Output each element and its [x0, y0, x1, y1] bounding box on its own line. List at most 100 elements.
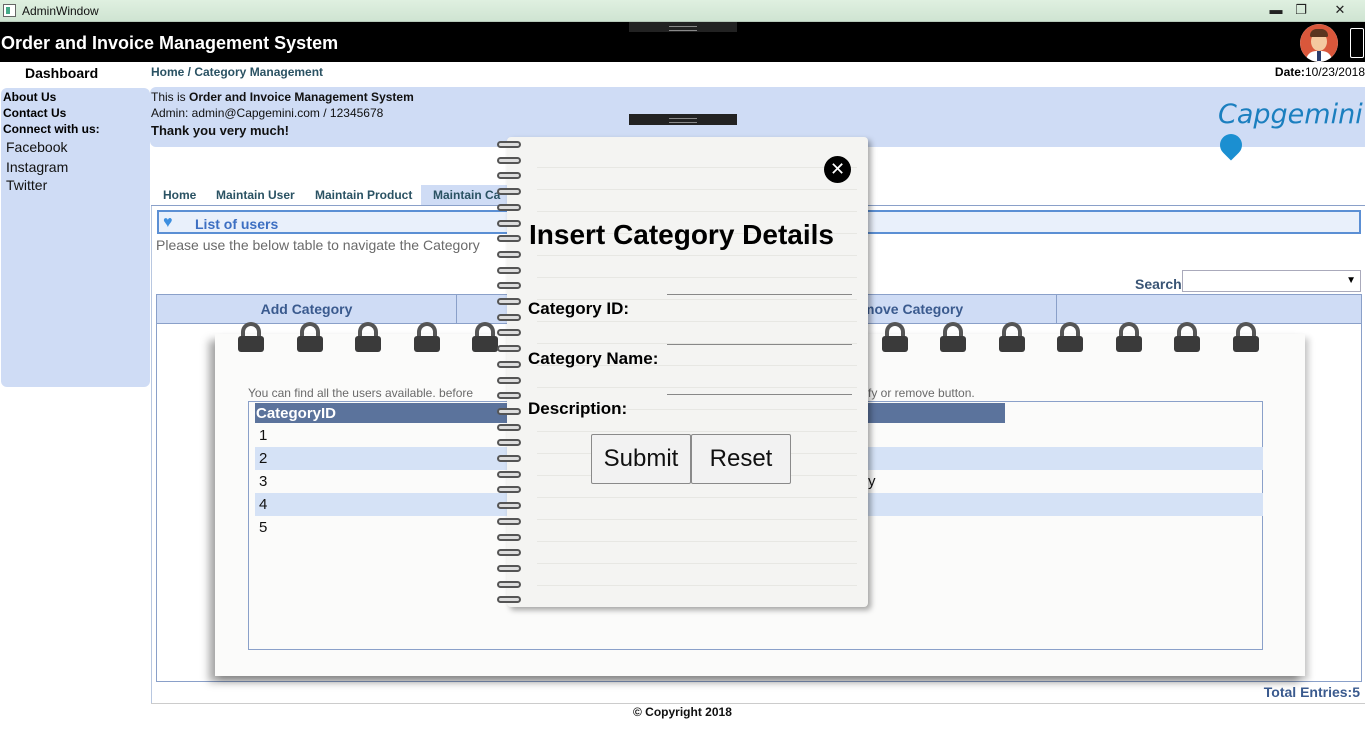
drag-handle[interactable]	[629, 22, 737, 32]
coil-icon	[497, 439, 521, 447]
coil-icon	[497, 407, 521, 415]
tab-maintain-user[interactable]: Maintain User	[204, 185, 303, 205]
window-title: AdminWindow	[22, 4, 99, 18]
heart-icon: ♥	[163, 214, 173, 231]
category-name-label: Category Name:	[528, 349, 659, 368]
ring-icon	[294, 322, 326, 356]
ruled-line	[537, 387, 857, 388]
ruled-line	[537, 497, 857, 498]
tab-home[interactable]: Home	[151, 185, 204, 205]
coil-icon	[497, 188, 521, 196]
description-field[interactable]	[667, 394, 852, 395]
row-id: 3	[259, 473, 268, 490]
coil-icon	[497, 533, 521, 541]
category-id-label: Category ID:	[528, 299, 630, 318]
date-display: Date:10/23/2018	[1275, 65, 1365, 79]
add-category-button[interactable]: Add Category	[157, 295, 457, 323]
about-us-link[interactable]: About Us	[3, 90, 56, 104]
footer-divider	[151, 703, 1365, 704]
close-modal-button[interactable]: ✕	[824, 156, 851, 183]
ruled-line	[537, 211, 857, 212]
banner-line1: This is Order and Invoice Management Sys…	[151, 90, 414, 104]
banner-admin-line: Admin: admin@Capgemini.com / 12345678	[151, 106, 384, 120]
ring-icon	[1054, 322, 1086, 356]
tab-maintain-product[interactable]: Maintain Product	[303, 185, 420, 205]
coil-icon	[497, 392, 521, 400]
coil-icon	[497, 517, 521, 525]
capgemini-logo: Capgemini	[1215, 99, 1365, 161]
ring-icon	[1171, 322, 1203, 356]
reset-button[interactable]: Reset	[691, 434, 791, 484]
coil-icon	[497, 203, 521, 211]
submit-button[interactable]: Submit	[591, 434, 691, 484]
find-hint: You can find all the users available. be…	[248, 386, 474, 400]
date-value: 10/23/2018	[1304, 65, 1365, 79]
ring-icon	[879, 322, 911, 356]
ruled-line	[537, 255, 857, 256]
coil-icon	[497, 172, 521, 180]
app-icon	[3, 4, 16, 17]
coil-icon	[497, 219, 521, 227]
ruled-line	[537, 431, 857, 432]
logo-text: Capgemini	[1218, 99, 1363, 130]
avatar[interactable]	[1300, 24, 1338, 62]
description-label: Description:	[528, 399, 628, 418]
coil-icon	[497, 266, 521, 274]
app-header: Order and Invoice Management System	[0, 22, 1365, 62]
category-name-field[interactable]	[667, 344, 852, 345]
ring-icon	[235, 322, 267, 356]
restore-icon[interactable]: ❐	[1289, 1, 1313, 19]
coil-icon	[497, 502, 521, 510]
modal-drag-handle[interactable]	[629, 114, 737, 125]
dashboard-label[interactable]: Dashboard	[25, 65, 98, 81]
coil-icon	[497, 298, 521, 305]
breadcrumb[interactable]: Home / Category Management	[151, 65, 323, 79]
coil-icon	[497, 580, 521, 588]
ring-icon	[469, 322, 501, 356]
ruled-line	[537, 167, 857, 168]
coil-icon	[497, 235, 521, 243]
coil-icon	[497, 282, 521, 290]
row-id: 1	[259, 427, 268, 444]
coil-icon	[497, 329, 521, 337]
row-id: 5	[259, 519, 268, 536]
close-icon[interactable]: ✕	[1328, 1, 1352, 19]
ruled-line	[537, 541, 857, 542]
banner-system-name: Order and Invoice Management System	[189, 90, 414, 104]
app-title: Order and Invoice Management System	[1, 33, 339, 53]
ruled-line	[537, 585, 857, 586]
contact-us-link[interactable]: Contact Us	[3, 106, 66, 120]
coil-icon	[497, 360, 521, 368]
search-dropdown[interactable]: ▼	[1182, 270, 1361, 292]
nav-hint: Please use the below table to navigate t…	[156, 237, 480, 253]
twitter-link[interactable]: Twitter	[6, 177, 47, 193]
ring-icon	[411, 322, 443, 356]
coil-icon	[497, 455, 521, 462]
coil-icon	[497, 564, 521, 572]
ruled-line	[537, 563, 857, 564]
ring-icon	[1113, 322, 1145, 356]
ruled-line	[537, 189, 857, 190]
coil-icon	[497, 156, 521, 164]
ring-icon	[1230, 322, 1262, 356]
coil-icon	[497, 549, 521, 557]
banner-prefix: This is	[151, 90, 190, 104]
row-id: 4	[259, 496, 268, 513]
copyright: © Copyright 2018	[633, 705, 732, 719]
spade-icon	[1215, 129, 1247, 161]
column-category-id[interactable]: CategoryID	[256, 405, 336, 422]
coil-icon	[497, 141, 521, 148]
modal-title: Insert Category Details	[529, 219, 834, 250]
category-id-field[interactable]	[667, 294, 852, 295]
coil-icon	[497, 376, 521, 384]
facebook-link[interactable]: Facebook	[6, 139, 67, 155]
minimize-icon[interactable]: ▬	[1264, 1, 1288, 19]
ring-icon	[352, 322, 384, 356]
ruled-line	[537, 519, 857, 520]
total-entries: Total Entries:5	[1263, 684, 1360, 700]
coil-icon	[497, 423, 521, 431]
date-label: Date:	[1274, 65, 1305, 79]
instagram-link[interactable]: Instagram	[6, 159, 68, 175]
banner-thanks: Thank you very much!	[151, 123, 289, 138]
sidebar: About Us Contact Us Connect with us: Fac…	[1, 88, 150, 387]
